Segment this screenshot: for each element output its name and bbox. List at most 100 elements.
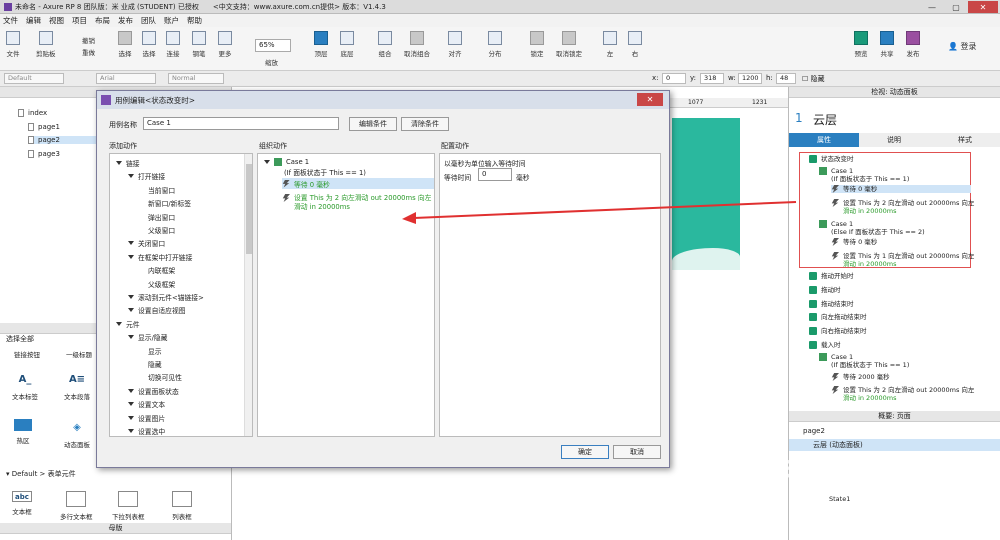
select-mode-button[interactable]: 选择 — [142, 31, 156, 58]
case-name-input[interactable]: Case 1 — [143, 117, 339, 130]
event-load[interactable]: 载入时 — [809, 341, 841, 349]
action-wait[interactable]: 等待 2000 毫秒 — [831, 373, 890, 381]
action-list-item[interactable]: 滚动到元件<锚链接> — [128, 292, 204, 302]
align-button[interactable]: 对齐 — [448, 31, 462, 58]
preview-button[interactable]: 预览 — [854, 31, 868, 58]
panel-name[interactable]: 云层 — [813, 111, 837, 128]
left-button[interactable]: 左 — [603, 31, 617, 58]
action-list-item[interactable]: 在框架中打开链接 — [128, 252, 192, 262]
action-list-item[interactable]: 显示/隐藏 — [128, 332, 167, 342]
widget-textbox[interactable]: abc 文本框 — [12, 491, 32, 516]
page-index[interactable]: index — [18, 109, 47, 117]
dialog-close-button[interactable]: ✕ — [637, 93, 663, 106]
unlock-button[interactable]: 取消锁定 — [556, 31, 582, 58]
menu-help[interactable]: 帮助 — [187, 15, 202, 26]
menu-layout[interactable]: 布局 — [95, 15, 110, 26]
action-list-item[interactable]: 关闭窗口 — [128, 238, 165, 248]
file-button[interactable]: 文件 — [6, 31, 20, 58]
action-list-scrollbar[interactable] — [244, 154, 252, 436]
action-list-item[interactable]: 元件 — [116, 319, 140, 329]
undo-button[interactable]: 撤销 — [82, 35, 95, 45]
ok-button[interactable]: 确定 — [561, 445, 609, 459]
login-button[interactable]: 👤 登录 — [948, 41, 977, 52]
event-swipe-right[interactable]: 向右拖动结束时 — [809, 327, 867, 335]
case-item[interactable]: Case 1 — [819, 353, 853, 361]
share-button[interactable]: 共享 — [880, 31, 894, 58]
x-input[interactable]: 0 — [662, 73, 686, 84]
tab-style[interactable]: 样式 — [929, 133, 1000, 147]
action-set-panel[interactable]: 设置 This 为 2 向左滑动 out 20000ms 向左 滑动 in 200… — [831, 199, 974, 215]
widget-link-button[interactable]: 链接按钮 — [14, 349, 40, 359]
action-set-panel[interactable]: 设置 This 为 2 向左滑动 out 20000ms 向左 滑动 in 200… — [831, 386, 974, 402]
minimize-button[interactable]: — — [920, 1, 944, 13]
action-list-item[interactable]: 设置自适应视图 — [128, 305, 186, 315]
event-drag[interactable]: 拖动时 — [809, 286, 841, 294]
action-list-item[interactable]: 设置选中 — [128, 426, 165, 436]
action-list-item[interactable]: 设置图片 — [128, 413, 165, 423]
edit-condition-button[interactable]: 编辑条件 — [349, 117, 397, 131]
action-list-item[interactable]: 链接 — [116, 158, 140, 168]
send-bottom-button[interactable]: 底层 — [340, 31, 354, 58]
widget-heading[interactable]: 一级标题 — [66, 349, 92, 359]
widget-dropdown[interactable]: 下拉列表框 — [112, 491, 145, 521]
y-input[interactable]: 318 — [700, 73, 724, 84]
menu-project[interactable]: 项目 — [72, 15, 87, 26]
select-button[interactable]: 选择 — [118, 31, 132, 58]
action-list-item[interactable]: 设置面板状态 — [128, 386, 179, 396]
action-list-item[interactable]: 打开链接 — [128, 171, 165, 181]
outline-state[interactable]: State1 — [829, 495, 850, 503]
hidden-checkbox[interactable]: ☐ 隐藏 — [802, 74, 825, 84]
menu-publish[interactable]: 发布 — [118, 15, 133, 26]
tab-properties[interactable]: 属性 — [789, 133, 859, 147]
page-item[interactable]: page3 — [28, 150, 60, 158]
zoom-select[interactable]: 65% — [255, 39, 291, 52]
right-button[interactable]: 右 — [628, 31, 642, 58]
case-item[interactable]: Case 1 — [819, 220, 853, 228]
maximize-button[interactable]: ▢ — [944, 1, 968, 13]
action-list-item[interactable]: 显示 — [148, 346, 162, 356]
action-list-item[interactable]: 切换可见性 — [148, 372, 182, 382]
close-button[interactable]: ✕ — [968, 1, 998, 13]
connect-button[interactable]: 连接 — [166, 31, 180, 58]
event-drag-start[interactable]: 拖动开始时 — [809, 272, 854, 280]
widget-textarea[interactable]: 多行文本框 — [60, 491, 93, 521]
event-swipe-left[interactable]: 向左拖动结束时 — [809, 313, 867, 321]
menu-team[interactable]: 团队 — [141, 15, 156, 26]
wait-time-input[interactable]: 0 — [478, 168, 512, 181]
widget-dynamic-panel[interactable]: ◈ 动态面板 — [64, 419, 90, 450]
group-button[interactable]: 组合 — [378, 31, 392, 58]
action-wait[interactable]: 等待 0 毫秒 — [831, 185, 971, 193]
clipboard-button[interactable]: 剪贴板 — [36, 31, 56, 58]
library-select[interactable]: 选择全部 — [6, 334, 34, 344]
widget-paragraph[interactable]: A≡ 文本段落 — [64, 371, 90, 402]
tab-notes[interactable]: 说明 — [859, 133, 929, 147]
pen-button[interactable]: 钢笔 — [192, 31, 206, 58]
action-list-item[interactable]: 当前窗口 — [148, 185, 175, 195]
clear-condition-button[interactable]: 清除条件 — [401, 117, 449, 131]
widget-listbox[interactable]: 列表框 — [172, 491, 192, 521]
more-button[interactable]: 更多 — [218, 31, 232, 58]
font-select[interactable]: Arial — [96, 73, 156, 84]
action-list-item[interactable]: 设置文本 — [128, 399, 165, 409]
cloud-panel-shape[interactable] — [672, 118, 740, 270]
font-weight-select[interactable]: Normal — [168, 73, 224, 84]
org-action-wait[interactable]: 等待 0 毫秒 — [282, 178, 434, 189]
action-wait[interactable]: 等待 0 毫秒 — [831, 238, 877, 246]
case-item[interactable]: Case 1 — [819, 167, 853, 175]
h-input[interactable]: 48 — [776, 73, 796, 84]
ungroup-button[interactable]: 取消组合 — [404, 31, 430, 58]
org-case[interactable]: Case 1 — [264, 158, 309, 166]
menu-edit[interactable]: 编辑 — [26, 15, 41, 26]
menu-file[interactable]: 文件 — [3, 15, 18, 26]
widget-hotspot[interactable]: 热区 — [14, 419, 32, 445]
redo-button[interactable]: 重做 — [82, 47, 95, 57]
action-list-item[interactable]: 父级窗口 — [148, 225, 175, 235]
widget-text-label[interactable]: A_ 文本标签 — [12, 371, 38, 402]
action-list-item[interactable]: 新窗口/新标签 — [148, 198, 191, 208]
event-state-change[interactable]: 状态改变时 — [809, 155, 854, 163]
publish-button[interactable]: 发布 — [906, 31, 920, 58]
form-library-header[interactable]: ▾ Default > 表单元件 — [6, 469, 76, 479]
menu-account[interactable]: 账户 — [164, 15, 179, 26]
event-drag-end[interactable]: 拖动结束时 — [809, 300, 854, 308]
style-select[interactable]: Default — [4, 73, 64, 84]
